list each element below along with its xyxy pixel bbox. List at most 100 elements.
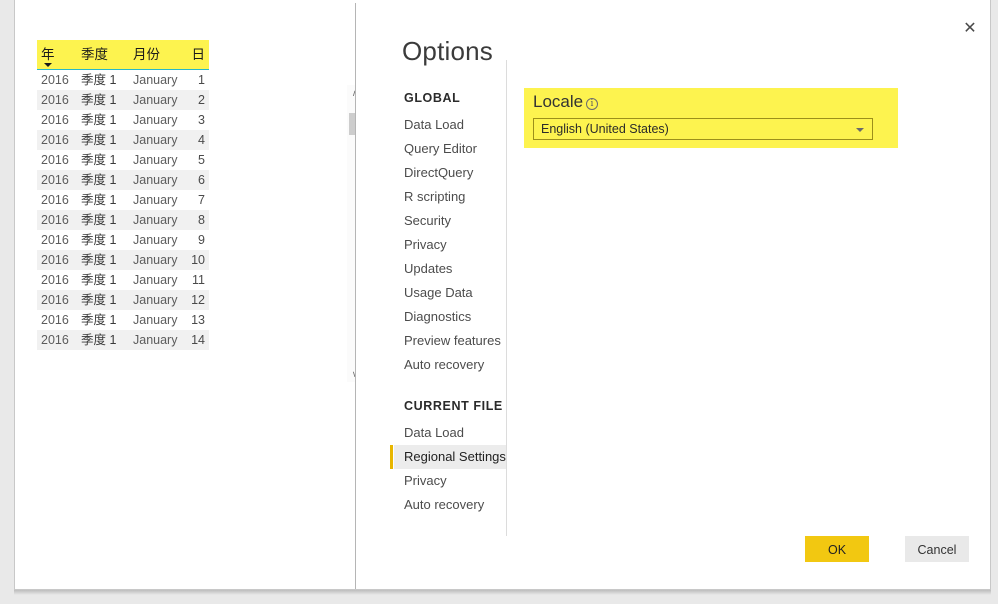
table-cell: 2016 [41,153,69,167]
column-header-year[interactable]: 年 [37,40,77,70]
table-cell: 14 [185,330,209,350]
table-cell: 季度 1 [81,233,117,247]
screenshot-root: 年 季度 月份 日 2016 季度 1 January 1 2016 季度 1 … [0,0,998,604]
options-dialog: ✕ Options GLOBAL Data Load Query Editor … [355,3,990,589]
nav-group-title-current-file: CURRENT FILE [404,399,503,413]
table-row[interactable]: 2016 季度 1 January 6 [37,170,209,190]
sidebar-item-global-r-scripting[interactable]: R scripting [394,185,506,209]
table-cell: 季度 1 [77,330,129,350]
sidebar-item-global-preview-features[interactable]: Preview features [394,329,506,353]
info-icon[interactable]: i [586,98,598,110]
table-cell: 季度 1 [81,113,117,127]
table-cell: 季度 1 [77,170,129,190]
sidebar-item-global-security[interactable]: Security [394,209,506,233]
table-row[interactable]: 2016 季度 1 January 12 [37,290,209,310]
table-row[interactable]: 2016 季度 1 January 13 [37,310,209,330]
cancel-button[interactable]: Cancel [905,536,969,562]
sort-descending-icon [44,63,52,67]
sidebar-item-global-auto-recovery[interactable]: Auto recovery [394,353,506,377]
table-cell: 13 [191,313,205,327]
table-cell: 10 [185,250,209,270]
table-row[interactable]: 2016 季度 1 January 2 [37,90,209,110]
table-cell: 季度 1 [81,73,117,87]
ok-button[interactable]: OK [805,536,869,562]
table-cell: 2016 [37,130,77,150]
table-cell: 1 [198,73,205,87]
chevron-down-icon [856,128,864,132]
table-cell: 季度 1 [81,153,117,167]
locale-label: Locale [533,92,584,111]
column-header-day[interactable]: 日 [185,40,209,70]
sidebar-item-global-diagnostics[interactable]: Diagnostics [394,305,506,329]
table-header-row: 年 季度 月份 日 [37,40,209,70]
dialog-footer: OK Cancel [356,536,990,568]
sidebar-item-global-privacy[interactable]: Privacy [394,233,506,257]
table-cell: 2016 [41,73,69,87]
table-cell: January [129,210,185,230]
table-cell: 2016 [41,273,69,287]
table-row[interactable]: 2016 季度 1 January 1 [37,70,209,91]
table-cell: 7 [198,193,205,207]
table-cell: January [133,273,178,287]
sidebar-item-global-updates[interactable]: Updates [394,257,506,281]
table-cell: January [129,170,185,190]
table-cell: January [129,250,185,270]
locale-selected-value: English (United States) [541,122,669,136]
table-cell: January [129,130,185,150]
table-cell: 2016 [37,170,77,190]
table-cell: 11 [192,273,205,287]
table-cell: 2016 [41,113,69,127]
table-cell: January [133,153,178,167]
sidebar-item-global-directquery[interactable]: DirectQuery [394,161,506,185]
sidebar-item-global-data-load[interactable]: Data Load [394,113,506,137]
table-cell: January [129,90,185,110]
table-cell: 季度 1 [77,210,129,230]
column-header-quarter-label: 季度 [81,47,108,62]
table-cell: 3 [198,113,205,127]
table-cell: 2016 [37,90,77,110]
table-cell: 季度 1 [81,313,117,327]
column-header-quarter[interactable]: 季度 [77,40,129,70]
table-row[interactable]: 2016 季度 1 January 14 [37,330,209,350]
table-cell: January [133,73,178,87]
table-cell: 季度 1 [81,273,117,287]
sidebar-item-file-auto-recovery[interactable]: Auto recovery [394,493,506,517]
table-row[interactable]: 2016 季度 1 January 8 [37,210,209,230]
table-cell: January [133,233,178,247]
table-cell: 5 [198,153,205,167]
page-title: Options [402,36,494,66]
nav-group-title-global: GLOBAL [404,91,461,105]
table-cell: January [133,313,178,327]
table-cell: January [133,193,178,207]
locale-select[interactable]: English (United States) [533,118,873,140]
column-header-month[interactable]: 月份 [129,40,185,70]
table-cell: 12 [185,290,209,310]
table-row[interactable]: 2016 季度 1 January 11 [37,270,209,290]
sidebar-item-file-data-load[interactable]: Data Load [394,421,506,445]
table-row[interactable]: 2016 季度 1 January 5 [37,150,209,170]
sidebar-item-global-query-editor[interactable]: Query Editor [394,137,506,161]
table-row[interactable]: 2016 季度 1 January 9 [37,230,209,250]
sidebar-item-global-usage-data[interactable]: Usage Data [394,281,506,305]
table-row[interactable]: 2016 季度 1 January 7 [37,190,209,210]
table-cell: 2016 [41,233,69,247]
column-header-day-label: 日 [191,47,206,62]
sidebar-item-file-privacy[interactable]: Privacy [394,469,506,493]
table-cell: 2016 [37,210,77,230]
table-cell: 季度 1 [77,250,129,270]
dialog-separator [506,60,507,536]
table-cell: 季度 1 [77,130,129,150]
table-cell: 季度 1 [81,193,117,207]
options-nav: GLOBAL Data Load Query Editor DirectQuer… [390,91,506,517]
sidebar-item-file-regional-settings[interactable]: Regional Settings [390,445,506,469]
table-row[interactable]: 2016 季度 1 January 4 [37,130,209,150]
table-row[interactable]: 2016 季度 1 January 3 [37,110,209,130]
table-cell: 2016 [37,330,77,350]
table-header: 年 季度 月份 日 [37,40,209,70]
table-cell: 2016 [37,290,77,310]
table-cell: 6 [185,170,209,190]
table-cell: 2016 [41,193,69,207]
close-icon[interactable]: ✕ [956,17,984,39]
table-row[interactable]: 2016 季度 1 January 10 [37,250,209,270]
data-grid: 年 季度 月份 日 2016 季度 1 January 1 2016 季度 1 … [37,40,367,382]
